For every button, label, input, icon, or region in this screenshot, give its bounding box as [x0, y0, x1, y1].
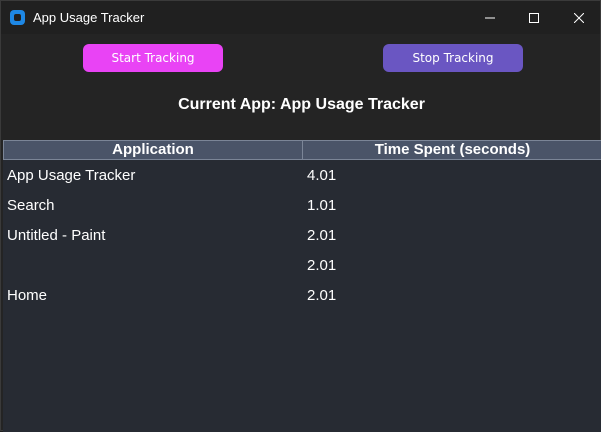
application-cell: Home	[7, 287, 48, 304]
time-spent-cell: 1.01	[307, 197, 337, 214]
table-header: Application Time Spent (seconds)	[3, 140, 601, 160]
maximize-icon	[529, 12, 539, 23]
start-tracking-button[interactable]: Start Tracking	[83, 44, 223, 72]
time-spent-cell: 2.01	[307, 257, 337, 274]
window-title: App Usage Tracker	[33, 10, 145, 25]
time-spent-cell: 2.01	[307, 287, 337, 304]
current-app-label: Current App: App Usage Tracker	[178, 96, 425, 113]
table-row[interactable]: Untitled - Paint 2.01	[3, 221, 601, 251]
close-icon	[574, 12, 584, 23]
table-row[interactable]: Search 1.01	[3, 191, 601, 221]
table-body: App Usage Tracker 4.01 Search 1.01 Untit…	[3, 161, 601, 311]
column-header-time-spent[interactable]: Time Spent (seconds)	[303, 141, 601, 159]
table-row[interactable]: Home 2.01	[3, 281, 601, 311]
time-spent-cell: 2.01	[307, 227, 337, 244]
table-row[interactable]: 2.01	[3, 251, 601, 281]
minimize-icon	[485, 17, 495, 18]
application-cell: Search	[7, 197, 55, 214]
close-button[interactable]	[556, 1, 601, 34]
usage-table: Application Time Spent (seconds) App Usa…	[3, 140, 601, 432]
time-spent-cell: 4.01	[307, 167, 337, 184]
maximize-button[interactable]	[511, 1, 557, 34]
column-header-application[interactable]: Application	[3, 141, 303, 159]
minimize-button[interactable]	[467, 1, 513, 34]
table-row[interactable]: App Usage Tracker 4.01	[3, 161, 601, 191]
application-cell: App Usage Tracker	[7, 167, 136, 184]
title-bar[interactable]: App Usage Tracker	[1, 1, 600, 34]
stop-tracking-button[interactable]: Stop Tracking	[383, 44, 523, 72]
app-logo-icon	[10, 10, 25, 25]
app-window: App Usage Tracker Start Tracking Stop Tr…	[0, 0, 601, 432]
application-cell: Untitled - Paint	[7, 227, 106, 244]
